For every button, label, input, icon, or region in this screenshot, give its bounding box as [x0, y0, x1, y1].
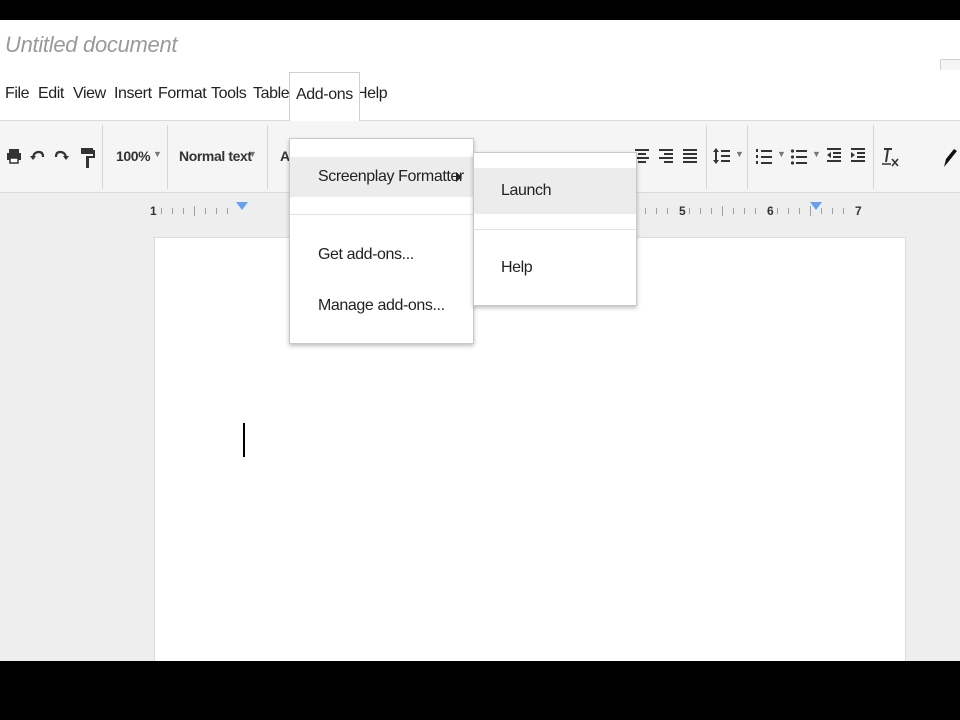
document-title[interactable]: Untitled document: [5, 32, 178, 58]
ruler-number: 6: [767, 204, 774, 218]
ruler-tick: [183, 208, 184, 214]
ruler-tick: [667, 208, 668, 214]
text-cursor: [243, 423, 245, 457]
toolbar-divider: [747, 125, 748, 189]
screenplay-formatter-submenu: Launch Help: [473, 152, 637, 306]
ruler-tick: [788, 208, 789, 214]
zoom-caret-icon: ▼: [153, 149, 162, 159]
ruler-tick: [711, 208, 712, 214]
menu-format[interactable]: Format: [158, 82, 207, 106]
ruler-tick: [733, 208, 734, 214]
ruler-tick: [810, 206, 811, 216]
title-bar: Untitled document Co: [0, 20, 960, 101]
clear-formatting-icon[interactable]: [880, 147, 899, 167]
ruler-tick: [821, 208, 822, 214]
menu-edit[interactable]: Edit: [38, 82, 64, 106]
numbered-list-icon[interactable]: [755, 147, 773, 165]
toolbar-divider: [267, 125, 268, 189]
submenu-item-launch[interactable]: Launch: [474, 168, 636, 214]
ruler-tick: [843, 208, 844, 214]
line-spacing-caret-icon: ▼: [735, 149, 744, 159]
zoom-select[interactable]: 100%: [116, 148, 151, 164]
ruler-tick: [227, 208, 228, 214]
submenu-arrow-icon: [456, 172, 462, 182]
ruler-tick: [161, 208, 162, 214]
decrease-indent-icon[interactable]: [825, 147, 843, 165]
menu-item-screenplay-formatter[interactable]: Screenplay Formatter: [290, 157, 473, 197]
menu-help[interactable]: Help: [356, 82, 388, 106]
print-icon[interactable]: [5, 147, 23, 165]
menu-bar: File Edit View Insert Format Tools Table…: [0, 70, 960, 121]
ruler-tick: [777, 208, 778, 214]
menu-divider: [290, 214, 473, 215]
bulleted-list-icon[interactable]: [790, 147, 808, 165]
pencil-icon[interactable]: [940, 147, 958, 167]
submenu-item-label: Help: [501, 259, 533, 276]
menu-item-label: Screenplay Formatter: [318, 168, 464, 185]
toolbar-divider: [706, 125, 707, 189]
ruler-tick: [755, 208, 756, 214]
ruler-tick: [744, 208, 745, 214]
style-caret-icon: ▼: [248, 149, 257, 159]
menu-item-manage-addons[interactable]: Manage add-ons...: [290, 286, 473, 326]
line-spacing-icon[interactable]: [713, 147, 731, 165]
submenu-item-label: Launch: [501, 182, 552, 199]
menu-tools[interactable]: Tools: [211, 82, 247, 106]
redo-icon[interactable]: [53, 147, 71, 165]
toolbar-divider: [167, 125, 168, 189]
menu-table[interactable]: Table: [253, 82, 290, 106]
justify-icon[interactable]: [681, 147, 699, 165]
menu-item-label: Manage add-ons...: [318, 297, 445, 314]
ruler-number: 1: [150, 204, 157, 218]
toolbar-divider: [873, 125, 874, 189]
ruler-tick: [832, 208, 833, 214]
menu-item-label: Get add-ons...: [318, 246, 414, 263]
menu-view[interactable]: View: [73, 82, 106, 106]
left-indent-marker[interactable]: [236, 202, 248, 210]
bulleted-list-caret-icon: ▼: [812, 149, 821, 159]
paint-format-icon[interactable]: [78, 147, 96, 168]
ruler-tick: [656, 208, 657, 214]
menu-insert[interactable]: Insert: [114, 82, 152, 106]
menu-item-get-addons[interactable]: Get add-ons...: [290, 235, 473, 275]
docs-app: Untitled document Co File Edit View Inse…: [0, 20, 960, 661]
ruler-tick: [172, 208, 173, 214]
increase-indent-icon[interactable]: [849, 147, 867, 165]
numbered-list-caret-icon: ▼: [777, 149, 786, 159]
ruler-tick: [194, 206, 195, 216]
ruler-number: 7: [855, 204, 862, 218]
submenu-item-help[interactable]: Help: [474, 245, 636, 291]
addons-dropdown: Screenplay Formatter Get add-ons... Mana…: [289, 138, 474, 344]
style-select[interactable]: Normal text: [179, 148, 252, 164]
ruler-tick: [689, 208, 690, 214]
ruler-tick: [645, 208, 646, 214]
ruler-tick: [700, 208, 701, 214]
toolbar-divider: [102, 125, 103, 189]
ruler-tick: [216, 208, 217, 214]
menu-divider: [474, 229, 636, 230]
ruler-tick: [205, 208, 206, 214]
undo-icon[interactable]: [28, 147, 46, 165]
menu-file[interactable]: File: [5, 82, 30, 106]
ruler-number: 5: [679, 204, 686, 218]
align-right-icon[interactable]: [657, 147, 675, 165]
ruler-tick: [799, 208, 800, 214]
ruler-tick: [722, 206, 723, 216]
menu-addons[interactable]: Add-ons: [289, 72, 360, 121]
